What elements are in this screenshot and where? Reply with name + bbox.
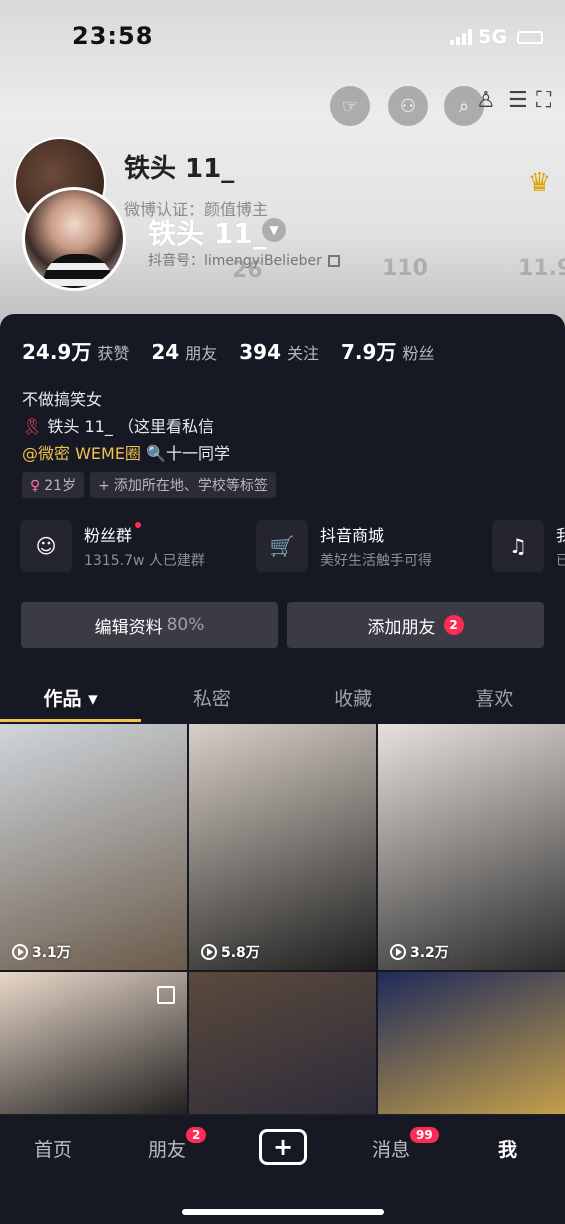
cart-icon: 🛒 (256, 520, 308, 572)
menu-icon[interactable]: ☰ (508, 88, 528, 113)
age-tag: ♀ 21岁 (22, 472, 85, 498)
video-thumbnail[interactable] (378, 972, 565, 1122)
profile-header: 26 110 11.9 23:58 5G ☞ ⚇ ⌕ ♙ ☰ ⛶ 铁头 11_ … (0, 0, 565, 330)
edit-profile-button[interactable]: 编辑资料 80% (21, 602, 278, 648)
ghost-number: 11.9 (518, 256, 565, 281)
add-tag-button[interactable]: + 添加所在地、学校等标签 (90, 472, 276, 498)
stat-followers[interactable]: 7.9万 粉丝 (341, 336, 434, 365)
magnifier-icon: 🔍 (146, 444, 166, 463)
video-thumbnail[interactable] (0, 972, 187, 1122)
bottom-nav: 首页 朋友 2 + 消息 99 我 (0, 1114, 565, 1224)
douyin-mall-entry[interactable]: 🛒 抖音商城 美好生活触手可得 (256, 520, 474, 572)
play-count: 5.8万 (201, 942, 260, 962)
tab-private[interactable]: 私密 (141, 674, 282, 724)
multi-image-icon (157, 986, 175, 1004)
video-thumbnail[interactable] (189, 972, 376, 1122)
create-button[interactable]: + (259, 1129, 307, 1165)
profile-name-secondary: 铁头 11_ (124, 154, 235, 184)
plus-icon: + (98, 478, 110, 494)
add-friend-badge: 2 (443, 615, 464, 635)
play-icon (12, 944, 28, 960)
music-entry[interactable]: ♫ 我 已 (492, 520, 565, 572)
ribbon-icon: 🎗 (22, 417, 43, 436)
play-icon (201, 944, 217, 960)
video-thumbnail[interactable]: 3.1万 (0, 724, 187, 970)
tab-works[interactable]: 作品 ▾ (0, 674, 141, 724)
content-tabs: 作品 ▾ 私密 收藏 喜欢 (0, 674, 565, 724)
avatar[interactable] (22, 187, 126, 291)
stat-likes[interactable]: 24.9万 获赞 (22, 336, 129, 365)
feature-row: ☺ 粉丝群 1315.7w 人已建群 🛒 抖音商城 美好生活触手可得 ♫ 我 已 (20, 520, 565, 572)
tab-favorites[interactable]: 收藏 (283, 674, 424, 724)
bio-line: 不做搞笑女 (22, 390, 103, 409)
bio-line: 🎗 铁头 11_ （这里看私信 (22, 417, 214, 436)
play-count: 3.2万 (390, 942, 449, 962)
crown-icon[interactable]: ♛ (528, 168, 551, 198)
video-grid: 3.1万 5.8万 3.2万 (0, 724, 565, 1122)
play-icon (390, 944, 406, 960)
bio: 不做搞笑女 🎗 铁头 11_ （这里看私信 @微密 WEME圈 🔍十一同学 (22, 386, 230, 467)
video-thumbnail[interactable]: 5.8万 (189, 724, 376, 970)
signal-icon (450, 29, 473, 45)
nav-home[interactable]: 首页 (34, 1135, 72, 1162)
fan-group-icon: ☺ (20, 520, 72, 572)
status-indicators: 5G (450, 26, 543, 48)
scan-icon[interactable]: ⛶ (536, 88, 551, 113)
add-friend-icon[interactable]: ♙ (476, 88, 496, 113)
stats-row: 24.9万 获赞 24 朋友 394 关注 7.9万 粉丝 (22, 336, 434, 365)
home-indicator (182, 1209, 384, 1215)
tags-row: ♀ 21岁 + 添加所在地、学校等标签 (22, 472, 276, 498)
battery-icon (517, 30, 543, 44)
douyin-id[interactable]: 抖音号：limengyiBelieber (148, 250, 340, 270)
nav-friends[interactable]: 朋友 (148, 1135, 186, 1162)
qr-code-icon[interactable] (327, 255, 340, 267)
visitors-icon[interactable]: ⚇ (388, 86, 428, 126)
stat-following[interactable]: 394 关注 (239, 340, 319, 364)
ghost-number: 110 (382, 256, 428, 281)
tab-indicator (0, 719, 141, 722)
stat-friends[interactable]: 24 朋友 (151, 340, 217, 364)
bio-line[interactable]: @微密 WEME圈 🔍十一同学 (22, 440, 230, 467)
fan-group-entry[interactable]: ☺ 粉丝群 1315.7w 人已建群 (20, 520, 238, 572)
play-count: 3.1万 (12, 942, 71, 962)
account-switch-icon[interactable]: ▼ (262, 218, 286, 242)
messages-badge: 99 (410, 1127, 439, 1143)
video-thumbnail[interactable]: 3.2万 (378, 724, 565, 970)
music-note-icon: ♫ (492, 520, 544, 572)
notification-dot (135, 522, 142, 528)
tab-likes[interactable]: 喜欢 (424, 674, 565, 724)
network-label: 5G (478, 26, 507, 48)
nav-messages[interactable]: 消息 (372, 1135, 410, 1162)
add-friend-button[interactable]: 添加朋友 2 (287, 602, 544, 648)
friends-badge: 2 (186, 1127, 207, 1143)
profile-name: 铁头 11_ (148, 217, 267, 250)
nav-me[interactable]: 我 (498, 1135, 517, 1162)
status-time: 23:58 (72, 22, 154, 50)
female-icon: ♀ (30, 478, 41, 494)
greet-hand-icon[interactable]: ☞ (330, 86, 370, 126)
